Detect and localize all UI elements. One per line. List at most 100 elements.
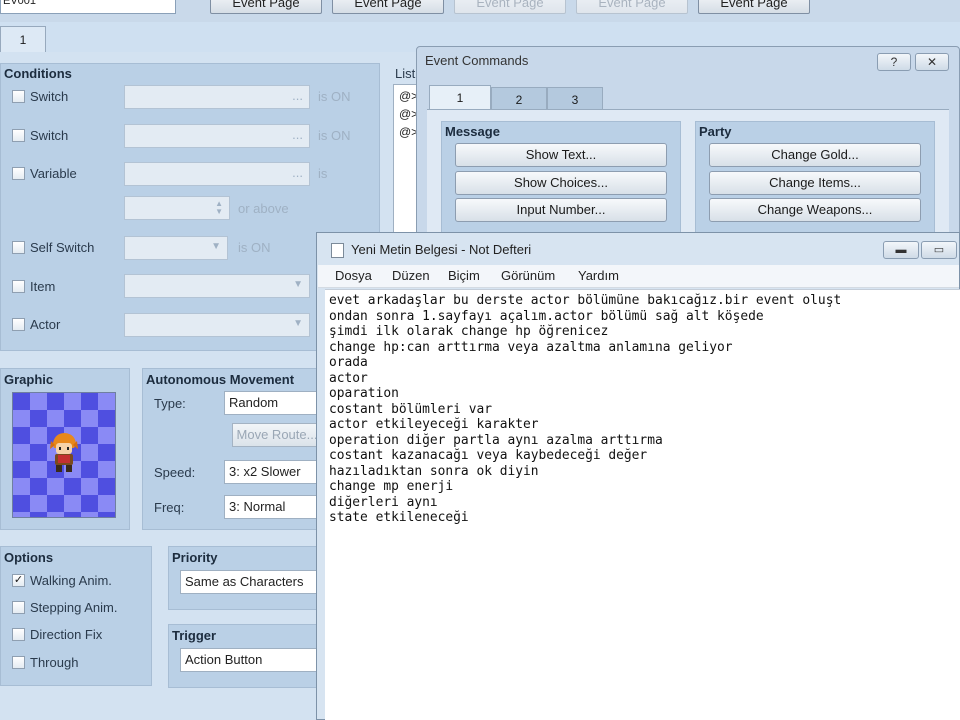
paste-event-page-button[interactable]: Event Page [454, 0, 566, 14]
notepad-text-area[interactable]: evet arkadaşlar bu derste actor bölümüne… [325, 289, 960, 720]
clear-event-page-button[interactable]: Event Page [698, 0, 810, 14]
through-label: Through [30, 655, 79, 670]
move-route-button[interactable]: Move Route... [232, 423, 322, 447]
maximize-button[interactable]: ▭ [921, 241, 957, 259]
variable-label: Variable [30, 166, 77, 181]
ec-tab-3[interactable]: 3 [547, 87, 603, 109]
priority-title: Priority [172, 550, 218, 565]
item-label: Item [30, 279, 56, 294]
ellipsis-icon: ... [292, 127, 303, 142]
options-title: Options [4, 550, 54, 565]
walking-anim-checkbox[interactable]: ✓ [12, 574, 25, 587]
help-button[interactable]: ? [877, 53, 911, 71]
switch1-checkbox[interactable] [12, 90, 25, 103]
minimize-icon: ▬ [895, 244, 907, 256]
item-checkbox[interactable] [12, 280, 25, 293]
conditions-title: Conditions [4, 66, 72, 81]
variable-or-above: or above [238, 201, 289, 216]
menu-dosya[interactable]: Dosya [335, 268, 372, 283]
movement-type-label: Type: [154, 396, 186, 411]
menu-yardim[interactable]: Yardım [578, 268, 619, 283]
event-name-field[interactable]: EV001 [0, 0, 176, 14]
ellipsis-icon: ... [292, 88, 303, 103]
stepping-anim-checkbox[interactable] [12, 601, 25, 614]
list-label: List of Event Commands: [395, 66, 417, 81]
text-line: diğerleri aynı [329, 494, 438, 510]
item-select[interactable]: ▼ [124, 274, 310, 298]
freq-label: Freq: [154, 500, 185, 515]
switch1-field[interactable]: ... [124, 85, 310, 109]
autonomous-movement-title: Autonomous Movement [146, 372, 295, 387]
delete-event-page-button[interactable]: Event Page [576, 0, 688, 14]
actor-checkbox[interactable] [12, 318, 25, 331]
menu-bicim[interactable]: Biçim [448, 268, 480, 283]
freq-select[interactable]: 3: Normal [224, 495, 322, 519]
walking-anim-label: Walking Anim. [30, 573, 112, 588]
notepad-title: Yeni Metin Belgesi - Not Defteri [351, 242, 532, 257]
change-items-button[interactable]: Change Items... [709, 171, 921, 195]
ellipsis-icon: ... [292, 165, 303, 180]
actor-label: Actor [30, 317, 61, 332]
new-event-page-button[interactable]: Event Page [210, 0, 322, 14]
text-line: ondan sonra 1.sayfayı açalım.actor bölüm… [329, 308, 764, 324]
close-button[interactable]: ✕ [915, 53, 949, 71]
dropdown-arrow-icon: ▼ [293, 279, 303, 290]
ec-tab-1[interactable]: 1 [429, 85, 491, 109]
text-line: change mp enerji [329, 479, 454, 494]
text-line: state etkileneceği [329, 510, 469, 525]
minimize-button[interactable]: ▬ [883, 241, 919, 259]
tab-page-1[interactable]: 1 [0, 26, 46, 53]
show-text-button[interactable]: Show Text... [455, 143, 667, 167]
switch1-is-on: is ON [318, 89, 351, 104]
copy-event-page-button[interactable]: Event Page [332, 0, 444, 14]
switch2-checkbox[interactable] [12, 129, 25, 142]
switch1-label: Switch [30, 89, 69, 104]
notepad-icon [331, 243, 344, 258]
priority-select[interactable]: Same as Characters [180, 570, 322, 594]
actor-select[interactable]: ▼ [124, 313, 310, 337]
event-commands-window: Event Commands ? ✕ 1 2 3 Message Show Te… [416, 46, 960, 246]
stepping-anim-label: Stepping Anim. [30, 600, 118, 615]
speed-select[interactable]: 3: x2 Slower [224, 460, 322, 484]
variable-is: is [318, 166, 328, 181]
input-number-button[interactable]: Input Number... [455, 198, 667, 222]
ec-tab-2[interactable]: 2 [491, 87, 547, 109]
variable-checkbox[interactable] [12, 167, 25, 180]
event-commands-title: Event Commands [425, 53, 529, 68]
self-switch-checkbox[interactable] [12, 241, 25, 254]
text-line: actor etkileyeceği karakter [329, 417, 539, 432]
switch2-is-on: is ON [318, 128, 351, 143]
message-title: Message [445, 124, 500, 139]
change-weapons-button[interactable]: Change Weapons... [709, 198, 921, 222]
text-line: evet arkadaşlar bu derste actor bölümüne… [329, 293, 842, 308]
movement-type-select[interactable]: Random [224, 391, 322, 415]
variable-field[interactable]: ... [124, 162, 310, 186]
notepad-window: Yeni Metin Belgesi - Not Defteri ▬ ▭ Dos… [316, 232, 960, 720]
switch2-field[interactable]: ... [124, 124, 310, 148]
text-line: actor [329, 370, 368, 386]
dropdown-arrow-icon: ▼ [211, 241, 221, 252]
graphic-title: Graphic [4, 372, 54, 387]
through-checkbox[interactable] [12, 656, 25, 669]
self-switch-select[interactable]: ▼ [124, 236, 228, 260]
text-line: change hp:can arttırma veya azaltma anla… [329, 339, 733, 355]
graphic-preview[interactable] [12, 392, 116, 518]
text-line: şimdi ilk olarak change hp öğrenicez [329, 324, 609, 339]
switch2-label: Switch [30, 128, 69, 143]
direction-fix-checkbox[interactable] [12, 628, 25, 641]
trigger-select[interactable]: Action Button [180, 648, 322, 672]
party-title: Party [699, 124, 732, 139]
text-line: hazıladıktan sonra ok diyin [329, 463, 539, 479]
show-choices-button[interactable]: Show Choices... [455, 171, 667, 195]
maximize-icon: ▭ [933, 244, 945, 256]
speed-label: Speed: [154, 465, 196, 480]
menu-duzen[interactable]: Düzen [392, 268, 430, 283]
text-line: operation diğer partla aynı azalma arttı… [329, 432, 663, 448]
character-sprite-icon [50, 433, 78, 472]
change-gold-button[interactable]: Change Gold... [709, 143, 921, 167]
text-line: orada [329, 355, 368, 370]
variable-value-spinner[interactable]: ▲ ▼ [124, 196, 230, 220]
text-line: oparation [329, 386, 399, 401]
self-switch-label: Self Switch [30, 240, 95, 255]
menu-gorunum[interactable]: Görünüm [501, 268, 555, 283]
